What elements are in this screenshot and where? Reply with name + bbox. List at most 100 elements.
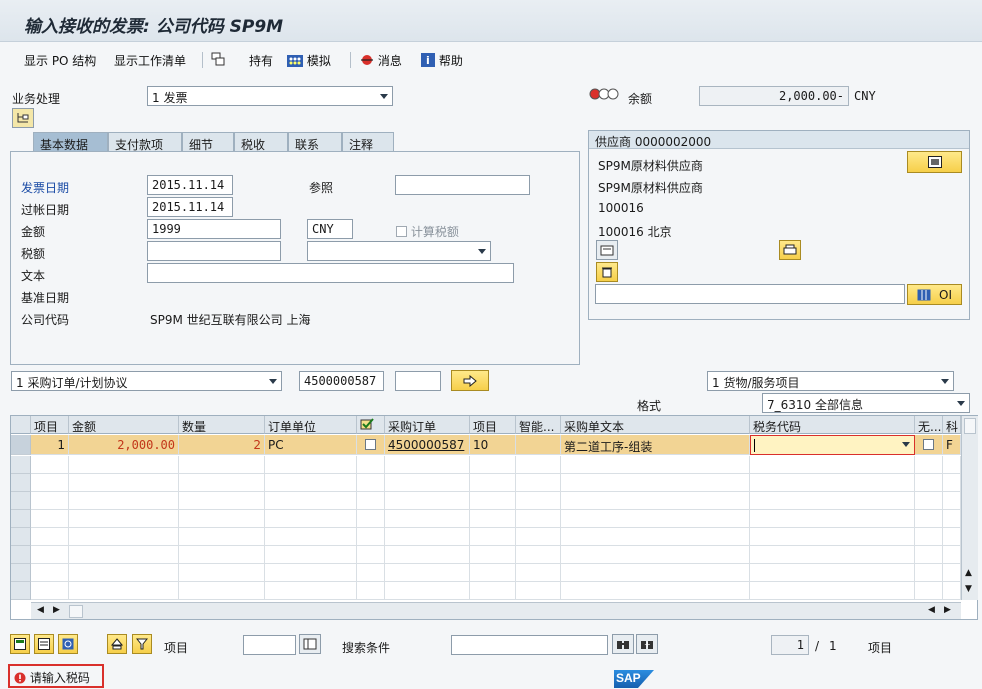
tab-contact[interactable]: 联系 <box>288 132 342 152</box>
row-selector[interactable] <box>11 492 31 510</box>
empty-cell[interactable] <box>470 492 516 510</box>
cell-amount[interactable]: 2,000.00 <box>69 435 179 455</box>
horizontal-scrollbar[interactable]: ◀ ▶ ◀ ▶ <box>31 602 961 619</box>
find-next-button[interactable]: + <box>636 634 658 654</box>
layout-select[interactable]: 7_6310 全部信息 <box>762 393 970 413</box>
empty-cell[interactable] <box>179 582 265 600</box>
cell-quantity[interactable]: 2 <box>179 435 265 455</box>
empty-cell[interactable] <box>179 456 265 474</box>
cell-unit[interactable]: PC <box>265 435 357 455</box>
empty-cell[interactable] <box>31 582 69 600</box>
empty-cell[interactable] <box>943 546 961 564</box>
empty-cell[interactable] <box>179 510 265 528</box>
empty-cell[interactable] <box>750 582 915 600</box>
row-selector[interactable] <box>11 546 31 564</box>
empty-cell[interactable] <box>31 528 69 546</box>
show-worklist-button[interactable]: 显示工作清单 <box>114 52 186 69</box>
empty-cell[interactable] <box>750 456 915 474</box>
row-selector[interactable] <box>11 456 31 474</box>
empty-cell[interactable] <box>561 510 750 528</box>
vendor-list-button[interactable] <box>596 240 618 260</box>
scroll-down-icon[interactable]: ▼ <box>965 584 972 594</box>
empty-cell[interactable] <box>179 546 265 564</box>
empty-cell[interactable] <box>915 510 943 528</box>
empty-cell[interactable] <box>357 474 385 492</box>
scroll-right-icon[interactable]: ▶ <box>53 605 60 615</box>
empty-cell[interactable] <box>69 492 179 510</box>
empty-cell[interactable] <box>561 528 750 546</box>
transfer-button[interactable] <box>451 370 489 391</box>
col-quantity[interactable]: 数量 <box>179 416 265 434</box>
select-all-button[interactable] <box>10 634 30 654</box>
search-input[interactable] <box>451 635 608 655</box>
empty-cell[interactable] <box>31 456 69 474</box>
empty-cell[interactable] <box>357 582 385 600</box>
empty-cell[interactable] <box>357 456 385 474</box>
empty-cell[interactable] <box>265 510 357 528</box>
empty-cell[interactable] <box>915 528 943 546</box>
col-no[interactable]: 无... <box>915 416 943 434</box>
tab-tax[interactable]: 税收 <box>234 132 288 152</box>
empty-cell[interactable] <box>470 546 516 564</box>
empty-cell[interactable] <box>470 510 516 528</box>
empty-cell[interactable] <box>69 546 179 564</box>
sort-button[interactable] <box>107 634 127 654</box>
hscroll-thumb[interactable] <box>69 605 83 618</box>
col-item[interactable]: 项目 <box>31 416 69 434</box>
cell-tax-code[interactable] <box>750 435 915 455</box>
cell-po-item[interactable]: 10 <box>470 435 516 455</box>
item-goto-input[interactable] <box>243 635 296 655</box>
po-number-input[interactable]: 4500000587 <box>299 371 384 391</box>
scroll-left-end-icon[interactable]: ◀ <box>928 605 935 615</box>
empty-cell[interactable] <box>750 492 915 510</box>
deselect-all-button[interactable] <box>34 634 54 654</box>
scroll-right-end-icon[interactable]: ▶ <box>944 605 951 615</box>
help-button[interactable]: i 帮助 <box>421 52 463 69</box>
status-message[interactable]: 请输入税码 <box>8 664 104 688</box>
empty-cell[interactable] <box>915 564 943 582</box>
empty-cell[interactable] <box>516 546 561 564</box>
empty-cell[interactable] <box>561 492 750 510</box>
cell-account[interactable]: F <box>943 435 961 455</box>
empty-cell[interactable] <box>470 528 516 546</box>
empty-cell[interactable] <box>265 492 357 510</box>
empty-cell[interactable] <box>69 528 179 546</box>
item-goto-button[interactable] <box>299 634 321 654</box>
empty-cell[interactable] <box>357 510 385 528</box>
transaction-select[interactable]: 1 发票 <box>147 86 393 106</box>
empty-cell[interactable] <box>265 474 357 492</box>
empty-cell[interactable] <box>561 456 750 474</box>
col-purchase-order[interactable]: 采购订单 <box>385 416 470 434</box>
amount-input[interactable]: 1999 <box>147 219 281 239</box>
empty-cell[interactable] <box>943 510 961 528</box>
empty-cell[interactable] <box>470 564 516 582</box>
empty-cell[interactable] <box>516 582 561 600</box>
row-selector[interactable] <box>11 474 31 492</box>
col-account[interactable]: 科 <box>943 416 961 434</box>
posting-date-input[interactable]: 2015.11.14 <box>147 197 233 217</box>
hold-button[interactable]: 持有 <box>249 52 273 69</box>
empty-cell[interactable] <box>31 492 69 510</box>
empty-cell[interactable] <box>915 546 943 564</box>
col-check[interactable] <box>357 416 385 434</box>
empty-cell[interactable] <box>357 528 385 546</box>
empty-cell[interactable] <box>31 510 69 528</box>
delete-button[interactable] <box>596 262 618 282</box>
empty-cell[interactable] <box>31 474 69 492</box>
empty-cell[interactable] <box>516 474 561 492</box>
empty-cell[interactable] <box>385 474 470 492</box>
row-selector[interactable] <box>11 435 31 455</box>
cell-item[interactable]: 1 <box>31 435 69 455</box>
tax-code-select[interactable] <box>307 241 491 261</box>
empty-cell[interactable] <box>516 510 561 528</box>
empty-cell[interactable] <box>470 582 516 600</box>
empty-cell[interactable] <box>265 564 357 582</box>
tab-payment[interactable]: 支付款项 <box>108 132 182 152</box>
empty-cell[interactable] <box>943 582 961 600</box>
empty-cell[interactable] <box>179 528 265 546</box>
empty-cell[interactable] <box>516 456 561 474</box>
cell-check[interactable] <box>357 435 385 455</box>
simulate-button[interactable]: 模拟 <box>287 52 331 69</box>
row-selector[interactable] <box>11 510 31 528</box>
empty-cell[interactable] <box>69 510 179 528</box>
